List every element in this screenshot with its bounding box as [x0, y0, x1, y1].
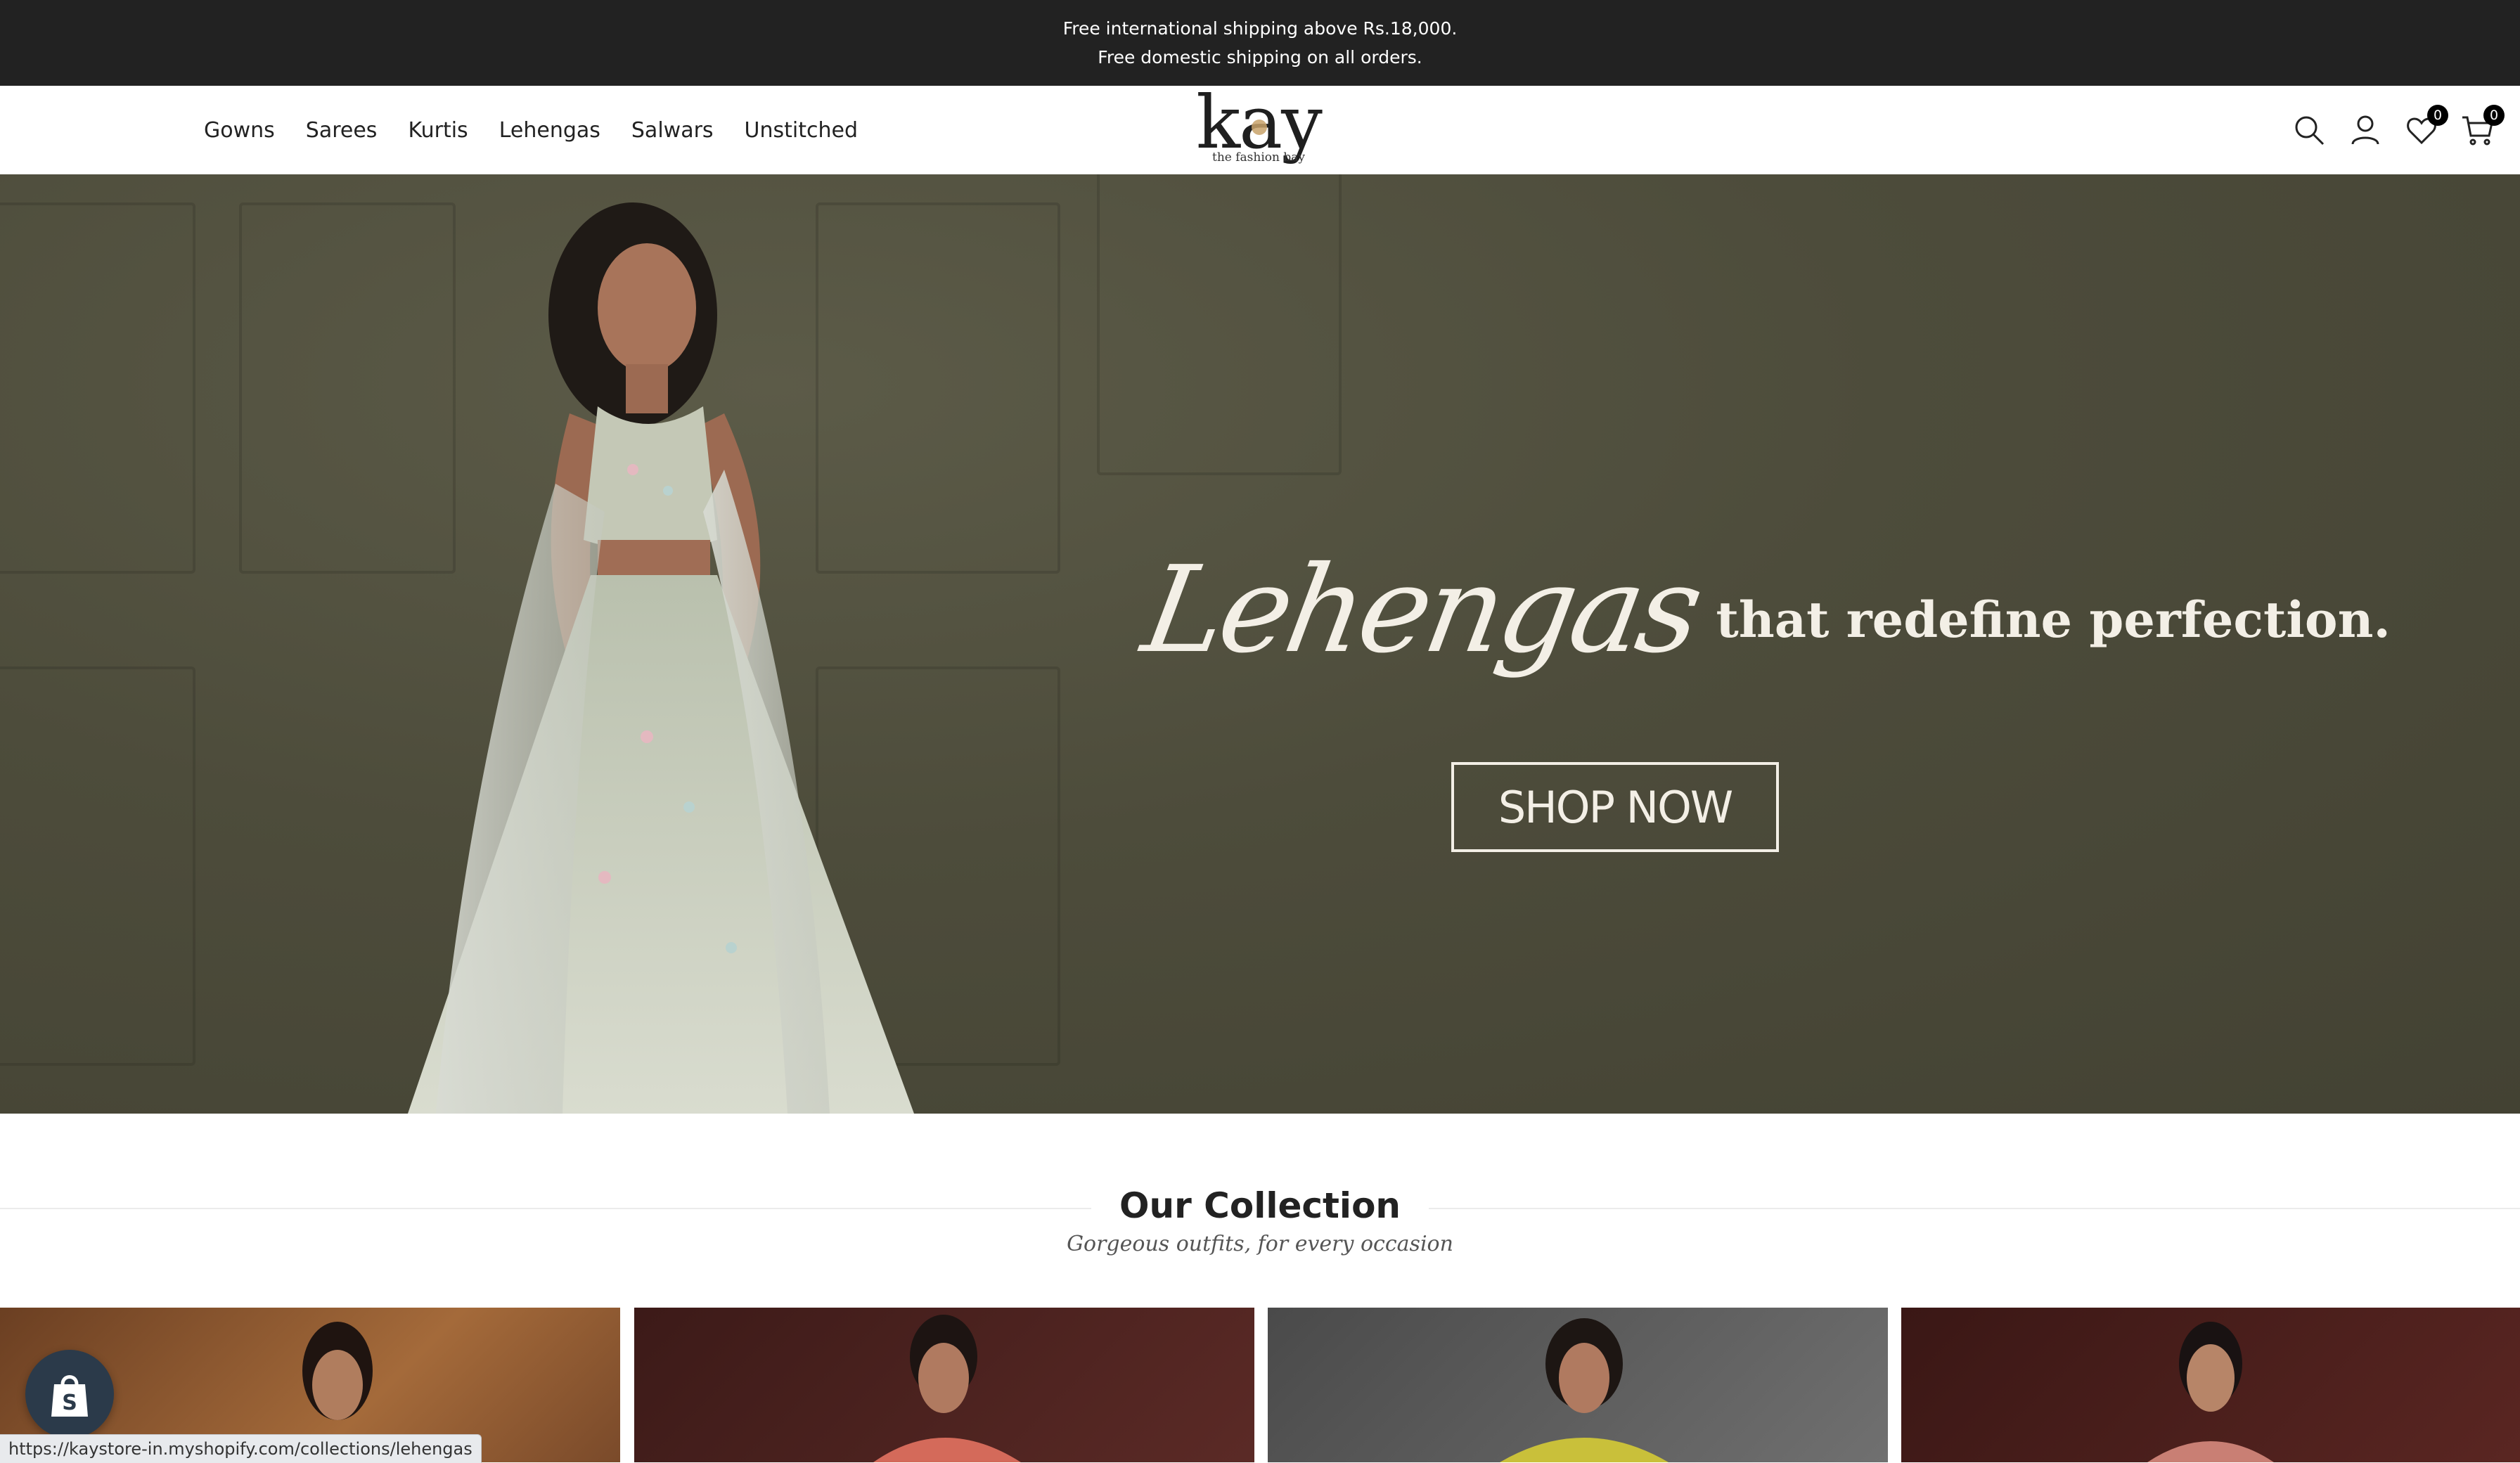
- hero-banner[interactable]: Lehengas that redefine perfection. SHOP …: [0, 174, 2520, 1114]
- collection-title: Our Collection: [1091, 1181, 1429, 1230]
- collection-tile-image: [873, 1315, 1021, 1462]
- shop-now-button[interactable]: SHOP NOW: [1451, 762, 1779, 852]
- announcement-bar: Free international shipping above Rs.18,…: [0, 0, 2520, 86]
- nav-item-unstitched[interactable]: Unstitched: [745, 118, 858, 143]
- header-icons: 0 0: [2292, 86, 2505, 174]
- collection-tile[interactable]: [1901, 1308, 2520, 1462]
- wall-panel: [0, 666, 195, 1066]
- logo-tagline: the fashion bay: [1212, 150, 1305, 165]
- user-icon: [2351, 115, 2379, 145]
- wall-panel: [0, 202, 195, 574]
- search-button[interactable]: [2292, 113, 2326, 147]
- hero-headline: Lehengas that redefine perfection.: [1134, 526, 2391, 695]
- nav-item-salwars[interactable]: Salwars: [631, 118, 714, 143]
- nav-item-lehengas[interactable]: Lehengas: [499, 118, 600, 143]
- status-bar-url: https://kaystore-in.myshopify.com/collec…: [0, 1434, 482, 1463]
- cart-count-badge: 0: [2483, 105, 2505, 126]
- collection-tile[interactable]: [1268, 1308, 1888, 1462]
- cart-button[interactable]: 0: [2461, 105, 2505, 147]
- shopify-bag-icon: S: [51, 1375, 88, 1417]
- main-nav: Gowns Sarees Kurtis Lehengas Salwars Uns…: [204, 86, 858, 174]
- shopify-chat-button[interactable]: S: [25, 1350, 114, 1438]
- hero-model-image: [408, 202, 914, 1114]
- divider-right: [1409, 1208, 2520, 1209]
- search-icon: [2295, 116, 2325, 146]
- nav-item-kurtis[interactable]: Kurtis: [408, 118, 468, 143]
- logo-accent: [1252, 120, 1267, 135]
- collection-subtitle: Gorgeous outfits, for every occasion: [1067, 1232, 1453, 1256]
- svg-text:S: S: [62, 1391, 77, 1415]
- collection-heading: Our Collection: [0, 1181, 2520, 1230]
- wishlist-button[interactable]: 0: [2405, 105, 2448, 147]
- collection-tile-image: [2147, 1322, 2274, 1462]
- site-header: Gowns Sarees Kurtis Lehengas Salwars Uns…: [0, 86, 2520, 175]
- collection-tile[interactable]: [634, 1308, 1254, 1462]
- hero-script-word: Lehengas: [1133, 541, 1709, 680]
- wall-panel: [1097, 174, 1342, 475]
- nav-item-gowns[interactable]: Gowns: [204, 118, 275, 143]
- hero-headline-text: that redefine perfection.: [1716, 590, 2391, 649]
- divider-left: [0, 1208, 1111, 1209]
- announcement-line-international: Free international shipping above Rs.18,…: [1062, 18, 1458, 39]
- announcement-line-domestic: Free domestic shipping on all orders.: [1098, 47, 1422, 67]
- site-logo[interactable]: kay the fashion bay: [1188, 86, 1329, 172]
- wishlist-count-badge: 0: [2427, 105, 2448, 126]
- nav-item-sarees[interactable]: Sarees: [306, 118, 378, 143]
- account-button[interactable]: [2348, 113, 2382, 147]
- collection-tile-image: [1500, 1318, 1669, 1462]
